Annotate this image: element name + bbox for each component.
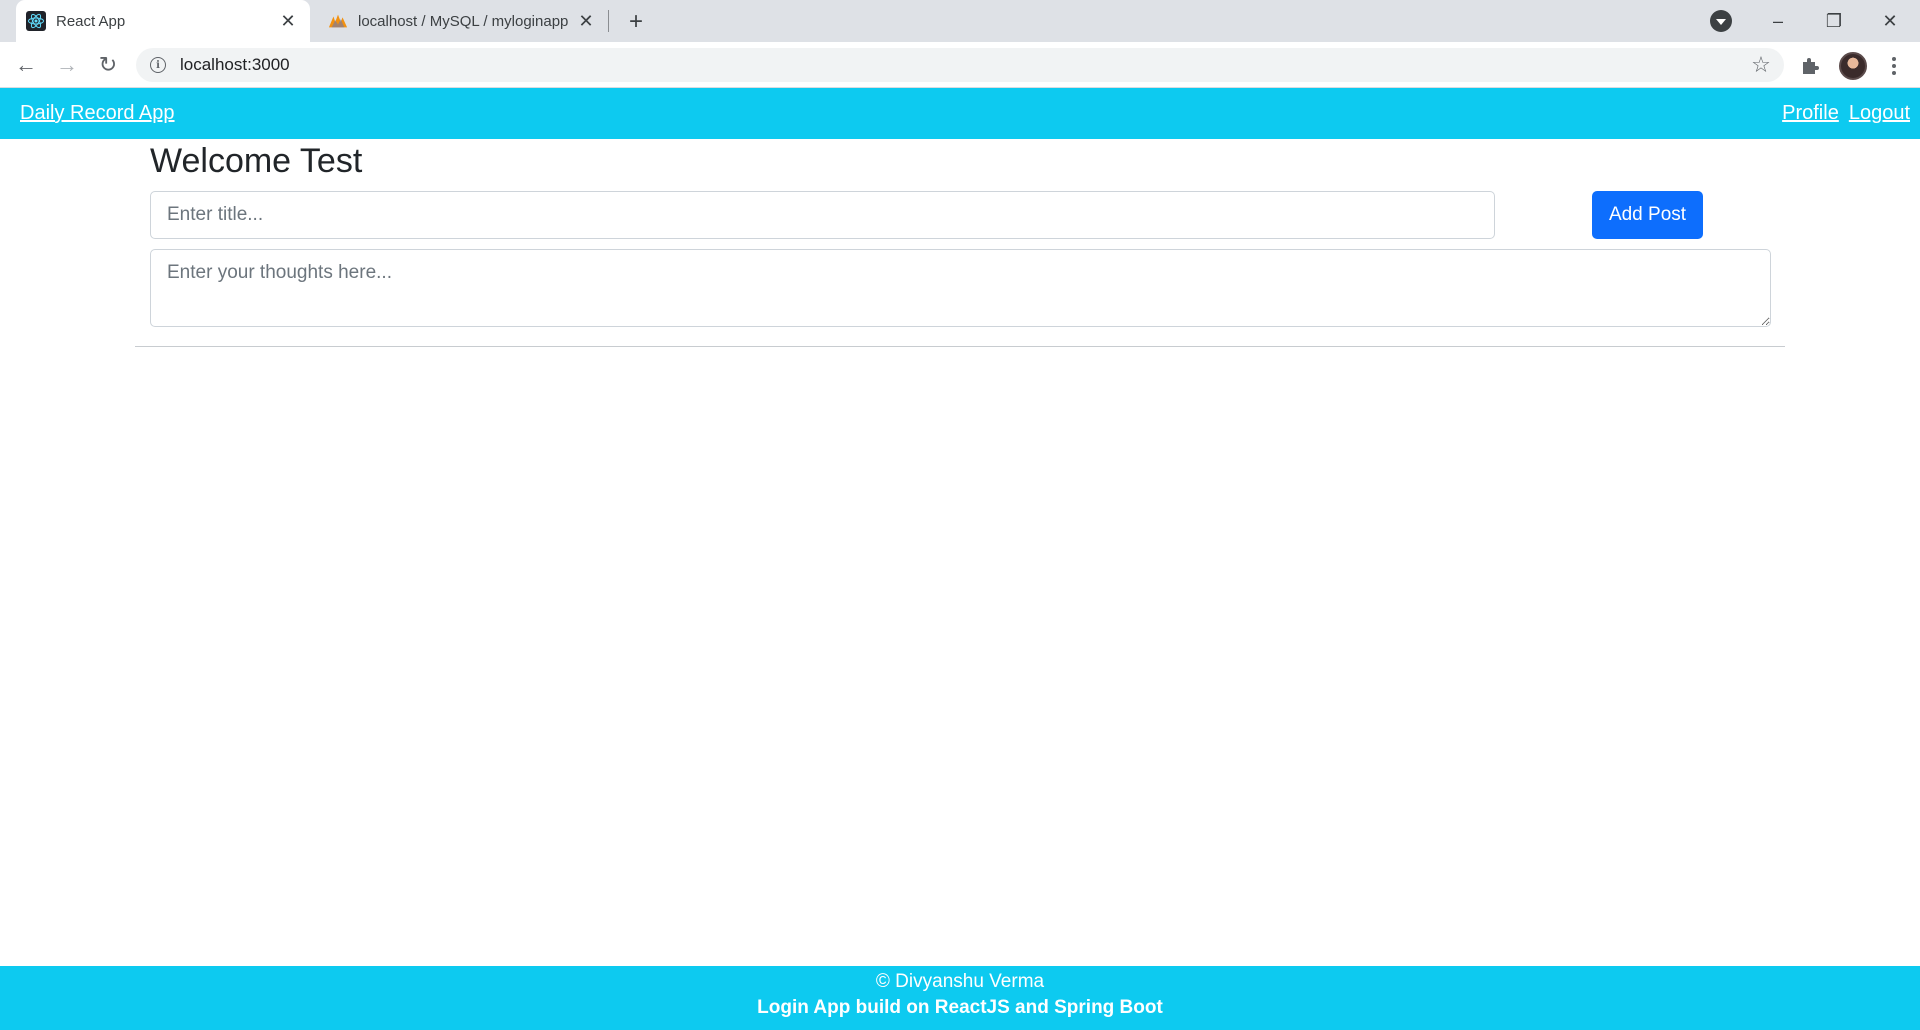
address-bar[interactable]: i localhost:3000 ☆ <box>136 48 1784 82</box>
divider <box>135 346 1785 347</box>
new-tab-button[interactable]: + <box>620 6 652 38</box>
tab-phpmyadmin[interactable]: localhost / MySQL / myloginapp ✕ <box>318 0 608 42</box>
thoughts-textarea[interactable] <box>150 249 1771 327</box>
reload-button[interactable]: ↻ <box>92 49 124 81</box>
nav-links: Profile Logout <box>1782 102 1910 125</box>
tab-separator <box>608 10 609 32</box>
close-window-button[interactable]: ✕ <box>1862 0 1918 42</box>
profile-link[interactable]: Profile <box>1782 102 1839 125</box>
tab-react-app[interactable]: React App ✕ <box>16 0 310 42</box>
title-input[interactable] <box>150 191 1495 239</box>
browser-tabstrip: React App ✕ localhost / MySQL / mylogina… <box>0 0 1920 42</box>
tab-search-icon[interactable] <box>1710 10 1732 32</box>
footer-tagline: Login App build on ReactJS and Spring Bo… <box>757 997 1163 1018</box>
footer: © Divyanshu Verma Login App build on Rea… <box>0 966 1920 1030</box>
tab-title: localhost / MySQL / myloginapp <box>358 12 569 30</box>
extensions-puzzle-icon[interactable] <box>1796 52 1824 80</box>
profile-avatar[interactable] <box>1839 52 1867 80</box>
add-post-button[interactable]: Add Post <box>1592 191 1703 239</box>
restore-button[interactable]: ❐ <box>1806 0 1862 42</box>
footer-copyright: © Divyanshu Verma <box>875 971 1045 992</box>
url-text[interactable]: localhost:3000 <box>180 55 1746 75</box>
app-navbar: Daily Record App Profile Logout <box>0 88 1920 139</box>
back-button[interactable]: ← <box>10 49 42 81</box>
brand-link[interactable]: Daily Record App <box>20 102 175 125</box>
close-tab-icon[interactable]: ✕ <box>574 9 598 33</box>
browser-toolbar: ← → ↻ i localhost:3000 ☆ <box>0 42 1920 88</box>
browser-menu-icon[interactable] <box>1880 52 1908 80</box>
logout-link[interactable]: Logout <box>1849 102 1910 125</box>
react-icon <box>26 11 46 31</box>
forward-button[interactable]: → <box>51 49 83 81</box>
page-title: Welcome Test <box>150 142 363 180</box>
site-info-icon[interactable]: i <box>150 57 166 73</box>
close-tab-icon[interactable]: ✕ <box>276 9 300 33</box>
phpmyadmin-icon <box>328 11 348 31</box>
tab-title: React App <box>56 12 126 30</box>
minimize-button[interactable]: – <box>1750 0 1806 42</box>
bookmark-star-icon[interactable]: ☆ <box>1746 52 1776 78</box>
